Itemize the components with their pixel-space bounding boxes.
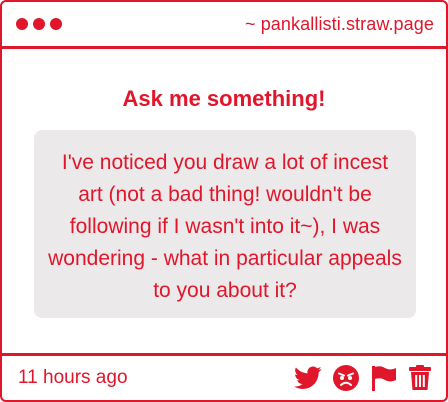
question-text: I've noticed you draw a lot of incest ar… [48, 151, 402, 302]
window-titlebar: ~ pankallisti.straw.page [2, 2, 446, 49]
timestamp: 11 hours ago [18, 367, 128, 388]
flag-icon[interactable] [370, 365, 398, 391]
angry-face-icon[interactable] [332, 364, 360, 392]
card-footer: 11 hours ago [2, 353, 446, 400]
window-dot-maximize[interactable] [50, 18, 62, 30]
twitter-icon[interactable] [294, 366, 322, 390]
page-title: Ask me something! [122, 86, 326, 111]
question-card: ~ pankallisti.straw.page Ask me somethin… [0, 0, 448, 402]
trash-icon[interactable] [408, 365, 432, 391]
action-bar [294, 364, 432, 392]
window-dot-close[interactable] [16, 18, 28, 30]
window-dot-minimize[interactable] [33, 18, 45, 30]
address-text: ~ pankallisti.straw.page [244, 13, 434, 34]
question-bubble: I've noticed you draw a lot of incest ar… [34, 130, 416, 318]
window-dots [16, 18, 62, 30]
